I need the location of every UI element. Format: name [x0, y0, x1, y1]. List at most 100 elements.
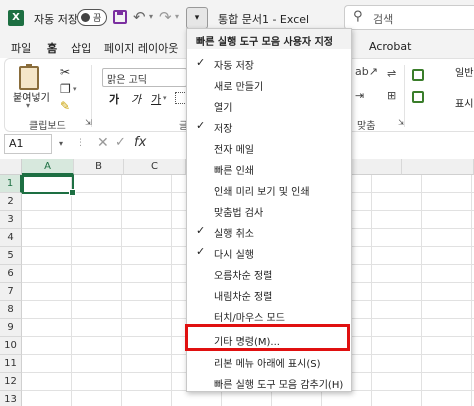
menu-item-autosave[interactable]: ✓ 자동 저장: [187, 53, 351, 73]
menu-item-label: 빠른 인쇄: [214, 166, 254, 177]
customize-qat-button[interactable]: ▾: [186, 7, 208, 29]
select-all-corner[interactable]: [0, 159, 22, 175]
copy-icon[interactable]: ❐: [60, 82, 71, 96]
number-format-select[interactable]: 일반: [455, 64, 473, 79]
tab-acrobat[interactable]: Acrobat: [369, 40, 411, 53]
checkmark-icon: ✓: [196, 224, 206, 237]
tab-page-layout[interactable]: 페이지 레이아웃: [104, 40, 178, 56]
cancel-entry-icon[interactable]: ✕: [97, 135, 109, 151]
menu-item-sort-ascending[interactable]: 오름차순 정렬: [187, 263, 351, 283]
menu-item-open[interactable]: 열기: [187, 95, 351, 115]
menu-item-hide-qat[interactable]: 빠른 실행 도구 모음 감추기(H): [187, 372, 351, 392]
menu-item-quick-print[interactable]: 빠른 인쇄: [187, 158, 351, 178]
group-label-clipboard: 클립보드: [29, 121, 66, 132]
active-cell-a1[interactable]: [22, 175, 76, 196]
search-placeholder: 검색: [373, 13, 394, 26]
clipboard-launcher-icon[interactable]: ⇲: [85, 118, 92, 127]
number-format-icon[interactable]: [412, 69, 424, 81]
menu-item-print-preview[interactable]: 인쇄 미리 보기 및 인쇄: [187, 179, 351, 199]
paste-icon[interactable]: [19, 64, 39, 90]
menu-item-spelling[interactable]: 맞춤법 검사: [187, 200, 351, 220]
column-header[interactable]: A: [22, 159, 74, 175]
column-header[interactable]: C: [124, 159, 186, 175]
row-header[interactable]: 10: [0, 337, 22, 355]
menu-item-new[interactable]: 새로 만들기: [187, 74, 351, 94]
menu-item-label: 터치/마우스 모드: [214, 313, 285, 324]
row-header[interactable]: 8: [0, 301, 22, 319]
menu-item-label: 자동 저장: [214, 61, 254, 72]
menu-item-label: 내림차순 정렬: [214, 292, 273, 303]
row-header[interactable]: 2: [0, 193, 22, 211]
menu-item-touch-mode[interactable]: 터치/마우스 모드: [187, 305, 351, 325]
italic-button[interactable]: 가: [131, 91, 141, 107]
row-header[interactable]: 13: [0, 391, 22, 406]
column-header[interactable]: [352, 159, 402, 175]
row-header[interactable]: 11: [0, 355, 22, 373]
autosave-state: 끔: [93, 14, 102, 24]
menu-item-label: 전자 메일: [214, 145, 254, 156]
autosave-toggle[interactable]: 끔: [77, 9, 107, 26]
row-header[interactable]: 4: [0, 229, 22, 247]
orientation-icon[interactable]: ab↗: [355, 65, 378, 78]
menu-item-email[interactable]: 전자 메일: [187, 137, 351, 157]
tab-insert[interactable]: 삽입: [71, 40, 91, 56]
menu-header: 빠른 실행 도구 모음 사용자 지정: [187, 29, 351, 49]
row-header[interactable]: 6: [0, 265, 22, 283]
cut-icon[interactable]: ✂: [60, 65, 70, 79]
underline-button[interactable]: 가: [151, 91, 161, 107]
format-painter-icon[interactable]: ✎: [60, 99, 70, 113]
menu-item-label: 리본 메뉴 아래에 표시(S): [214, 359, 321, 370]
number-display-label: 표시: [455, 99, 474, 110]
group-label-alignment: 맞춤: [357, 121, 376, 132]
bold-button[interactable]: 가: [109, 91, 119, 107]
highlight-box: [185, 324, 350, 351]
paste-dropdown-icon[interactable]: ▾: [26, 101, 30, 110]
redo-dropdown-icon[interactable]: ▾: [175, 12, 179, 21]
menu-item-label: 저장: [214, 124, 233, 135]
menu-item-label: 인쇄 미리 보기 및 인쇄: [214, 187, 310, 198]
insert-function-icon[interactable]: fx: [134, 135, 146, 150]
menu-item-label: 새로 만들기: [214, 82, 264, 93]
menu-item-show-below-ribbon[interactable]: 리본 메뉴 아래에 표시(S): [187, 351, 351, 371]
toggle-knob: [81, 13, 90, 22]
search-box[interactable]: ⚲ 검색: [344, 5, 474, 30]
tab-file[interactable]: 파일: [11, 40, 31, 56]
name-box[interactable]: A1: [4, 134, 52, 154]
font-name-select[interactable]: 맑은 고딕: [102, 68, 187, 87]
menu-item-redo[interactable]: ✓ 다시 실행: [187, 242, 351, 262]
undo-dropdown-icon[interactable]: ▾: [149, 12, 153, 21]
excel-app-icon: X: [8, 10, 24, 26]
name-box-dropdown-icon[interactable]: ▾: [59, 139, 63, 148]
menu-item-label: 맞춤법 검사: [214, 208, 264, 219]
menu-item-undo[interactable]: ✓ 실행 취소: [187, 221, 351, 241]
currency-icon[interactable]: [412, 91, 424, 103]
paste-button-label[interactable]: 붙여넣기: [13, 89, 50, 104]
merge-center-icon[interactable]: ⊞: [387, 89, 396, 102]
underline-dropdown-icon[interactable]: ▾: [163, 94, 167, 102]
menu-item-label: 열기: [214, 103, 233, 114]
menu-item-label: 실행 취소: [214, 229, 254, 240]
column-header[interactable]: [402, 159, 474, 175]
menu-item-label: 오름차순 정렬: [214, 271, 273, 282]
tab-home[interactable]: 홈: [47, 40, 58, 60]
row-header[interactable]: 3: [0, 211, 22, 229]
enter-entry-icon[interactable]: ✓: [115, 135, 126, 150]
copy-dropdown-icon[interactable]: ▾: [73, 85, 77, 93]
autosave-label: 자동 저장: [34, 13, 78, 26]
undo-icon[interactable]: ↶: [133, 8, 146, 26]
row-header[interactable]: 12: [0, 373, 22, 391]
row-header[interactable]: 5: [0, 247, 22, 265]
row-header[interactable]: 1: [0, 175, 22, 193]
wrap-text-icon[interactable]: ⇌: [387, 67, 396, 80]
row-header[interactable]: 7: [0, 283, 22, 301]
column-header[interactable]: B: [74, 159, 124, 175]
menu-item-sort-descending[interactable]: 내림차순 정렬: [187, 284, 351, 304]
menu-item-save[interactable]: ✓ 저장: [187, 116, 351, 136]
menu-item-label: 다시 실행: [214, 250, 254, 261]
save-icon[interactable]: [113, 10, 127, 24]
redo-icon[interactable]: ↷: [159, 8, 172, 26]
indent-icon[interactable]: ⇥: [355, 89, 364, 102]
checkmark-icon: ✓: [196, 245, 206, 258]
row-header[interactable]: 9: [0, 319, 22, 337]
checkmark-icon: ✓: [196, 119, 206, 132]
